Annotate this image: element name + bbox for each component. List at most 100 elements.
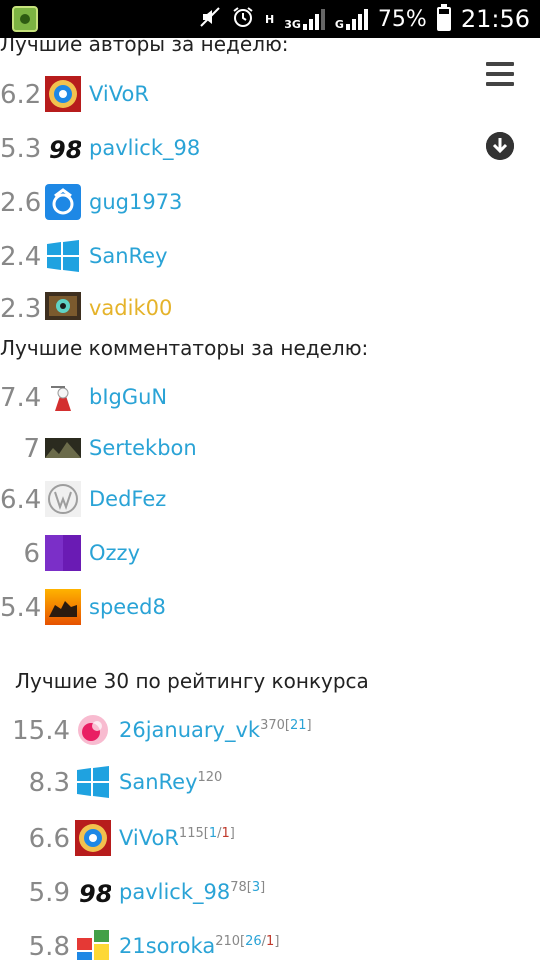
author-score: 5.3 xyxy=(0,134,42,164)
points-value: 115 xyxy=(178,826,204,841)
author-score: 2.6 xyxy=(0,188,42,218)
contest-entry[interactable]: 21soroka210[26/1] xyxy=(119,934,279,958)
contest-row[interactable]: 8.3 SanRey120 xyxy=(0,762,520,802)
signal-g-icon: G xyxy=(335,8,368,30)
author-row[interactable]: 2.3 vadik00 xyxy=(0,288,480,328)
scroll-down-icon[interactable] xyxy=(486,132,514,160)
speed8-avatar[interactable] xyxy=(45,589,81,625)
hamburger-menu-icon[interactable] xyxy=(486,62,514,86)
extra-count-red[interactable]: 1 xyxy=(222,826,230,841)
contest-name-link[interactable]: SanRey xyxy=(119,770,198,794)
commenter-name-link[interactable]: DedFez xyxy=(89,487,166,511)
author-score: 2.4 xyxy=(0,242,42,272)
signal-3g-icon: 3G xyxy=(284,8,325,30)
author-row[interactable]: 5.3 98 pavlick_98 xyxy=(0,128,480,168)
biggun-avatar[interactable] xyxy=(45,379,81,415)
author-name-link[interactable]: pavlick_98 xyxy=(89,136,200,160)
extra-count-link[interactable]: 1 xyxy=(209,826,217,841)
contest-score: 6.6 xyxy=(28,824,70,854)
commenter-score: 5.4 xyxy=(0,593,42,623)
alarm-icon xyxy=(231,5,255,34)
contest-entry[interactable]: pavlick_9878[3] xyxy=(119,880,265,904)
mute-icon xyxy=(199,6,221,33)
commenter-name-link[interactable]: Ozzy xyxy=(89,541,140,565)
battery-percent: 75% xyxy=(377,6,427,32)
points-value: 210 xyxy=(215,934,241,949)
contest-row[interactable]: 5.8 21soroka210[26/1] xyxy=(0,926,520,960)
author-row[interactable]: 2.6 gug1973 xyxy=(0,182,480,222)
author-name-link[interactable]: ViVoR xyxy=(89,82,149,106)
26january-avatar[interactable] xyxy=(75,712,111,748)
points-value: 78 xyxy=(230,880,247,895)
app-notification-icon xyxy=(12,6,38,32)
commenter-score: 7 xyxy=(23,434,40,464)
gug-avatar[interactable] xyxy=(45,184,81,220)
commenter-row[interactable]: 5.4 speed8 xyxy=(0,587,480,627)
page-content: Лучшие авторы за неделю: 6.2 ViVoR 5.3 9… xyxy=(0,38,540,960)
contest-points: 370[21] xyxy=(260,718,312,733)
author-name-link[interactable]: gug1973 xyxy=(89,190,182,214)
vadik-avatar[interactable] xyxy=(45,292,81,320)
sertekbon-avatar[interactable] xyxy=(45,438,81,458)
points-value: 370 xyxy=(260,718,285,733)
commenter-row[interactable]: 7 Sertekbon xyxy=(0,428,480,468)
extra-count-link[interactable]: 3 xyxy=(252,880,260,895)
contest-name-link[interactable]: 26january_vk xyxy=(119,718,260,742)
contest-score: 15.4 xyxy=(12,716,70,746)
weekly-commenters-title: Лучшие комментаторы за неделю: xyxy=(0,336,369,360)
contest-row[interactable]: 5.9 98 pavlick_9878[3] xyxy=(0,872,520,912)
contest-entry[interactable]: ViVoR115[1/1] xyxy=(119,826,235,850)
author-row[interactable]: 2.4 SanRey xyxy=(0,236,480,276)
contest-points: 120 xyxy=(198,770,223,785)
dedfez-avatar[interactable] xyxy=(45,481,81,517)
extra-count-link[interactable]: 21 xyxy=(290,718,307,733)
extra-count-link[interactable]: 26 xyxy=(245,934,262,949)
contest-name-link[interactable]: ViVoR xyxy=(119,826,179,850)
contest-name-link[interactable]: 21soroka xyxy=(119,934,215,958)
svg-text:98: 98 xyxy=(49,136,81,164)
battery-icon xyxy=(436,4,451,31)
weekly-authors-title: Лучшие авторы за неделю: xyxy=(0,38,289,56)
vivor-avatar[interactable] xyxy=(75,820,111,856)
contest-score: 5.9 xyxy=(28,878,70,908)
commenter-name-link[interactable]: bIgGuN xyxy=(89,385,167,409)
commenter-name-link[interactable]: Sertekbon xyxy=(89,436,197,460)
commenter-score: 6.4 xyxy=(0,485,42,515)
contest-points: 210[26/1] xyxy=(215,934,279,949)
commenter-row[interactable]: 6 Ozzy xyxy=(0,533,480,573)
bracket-close: ] xyxy=(260,880,266,895)
commenter-score: 6 xyxy=(23,539,40,569)
status-bar: H 3G G 75% 21:56 xyxy=(0,0,540,38)
commenter-score: 7.4 xyxy=(0,383,42,413)
pavlick-avatar[interactable]: 98 xyxy=(45,130,81,166)
author-name-link[interactable]: vadik00 xyxy=(89,296,172,320)
svg-text:98: 98 xyxy=(79,880,111,908)
contest-entry[interactable]: 26january_vk370[21] xyxy=(119,718,312,742)
vivor-avatar[interactable] xyxy=(45,76,81,112)
ozzy-avatar[interactable] xyxy=(45,535,81,571)
bracket-close: ] xyxy=(306,718,312,733)
windows-avatar[interactable] xyxy=(75,764,111,800)
contest-name-link[interactable]: pavlick_98 xyxy=(119,880,230,904)
pavlick-avatar[interactable]: 98 xyxy=(75,874,111,910)
commenter-name-link[interactable]: speed8 xyxy=(89,595,166,619)
clock: 21:56 xyxy=(460,5,530,33)
contest-top-title: Лучшие 30 по рейтингу конкурса xyxy=(15,669,369,693)
author-score: 6.2 xyxy=(0,80,42,110)
contest-score: 8.3 xyxy=(28,768,70,798)
signal-h-icon: H xyxy=(264,12,275,26)
contest-entry[interactable]: SanRey120 xyxy=(119,770,222,794)
author-name-link[interactable]: SanRey xyxy=(89,244,168,268)
windows-avatar[interactable] xyxy=(45,238,81,274)
21soroka-avatar[interactable] xyxy=(75,928,111,960)
contest-score: 5.8 xyxy=(28,932,70,960)
contest-points: 78[3] xyxy=(230,880,265,895)
bracket-close: ] xyxy=(229,826,235,841)
commenter-row[interactable]: 6.4 DedFez xyxy=(0,479,480,519)
contest-points: 115[1/1] xyxy=(179,826,235,841)
author-row[interactable]: 6.2 ViVoR xyxy=(0,74,480,114)
bracket-close: ] xyxy=(274,934,280,949)
commenter-row[interactable]: 7.4 bIgGuN xyxy=(0,377,480,417)
contest-row[interactable]: 15.4 26january_vk370[21] xyxy=(0,710,520,750)
contest-row[interactable]: 6.6 ViVoR115[1/1] xyxy=(0,818,520,858)
